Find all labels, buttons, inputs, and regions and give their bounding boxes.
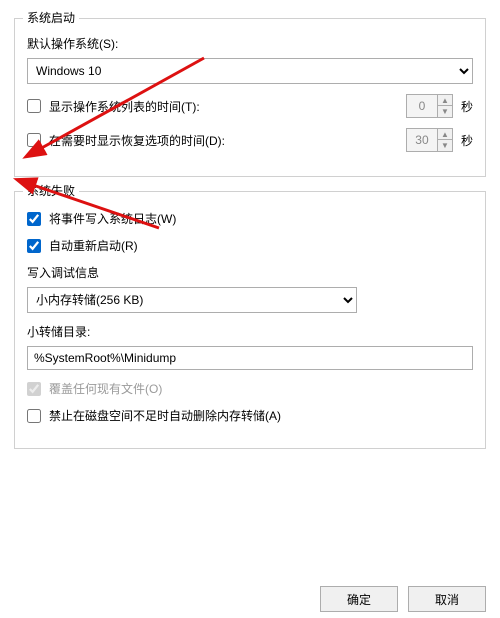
- dump-dir-label: 小转储目录:: [27, 323, 473, 340]
- default-os-select[interactable]: Windows 10: [27, 58, 473, 84]
- os-list-timeout-spinner[interactable]: ▲ ▼: [406, 94, 453, 118]
- no-delete-dump-label: 禁止在磁盘空间不足时自动删除内存转储(A): [49, 407, 281, 424]
- overwrite-checkbox: [27, 382, 41, 396]
- os-list-timeout-label: 显示操作系统列表的时间(T):: [49, 98, 200, 115]
- system-startup-group: 系统启动 默认操作系统(S): Windows 10 显示操作系统列表的时间(T…: [14, 18, 486, 177]
- system-failure-group: 系统失败 将事件写入系统日志(W) 自动重新启动(R) 写入调试信息 小内存转储…: [14, 191, 486, 449]
- write-event-log-label: 将事件写入系统日志(W): [49, 210, 176, 227]
- auto-restart-checkbox[interactable]: [27, 239, 41, 253]
- dialog-footer: 确定 取消: [320, 586, 486, 612]
- os-list-timeout-value[interactable]: [407, 95, 437, 117]
- spin-down-icon[interactable]: ▼: [438, 106, 452, 117]
- spin-up-icon[interactable]: ▲: [438, 129, 452, 140]
- overwrite-label: 覆盖任何现有文件(O): [49, 380, 162, 397]
- recovery-timeout-value[interactable]: [407, 129, 437, 151]
- default-os-label: 默认操作系统(S):: [27, 35, 118, 52]
- no-delete-dump-checkbox[interactable]: [27, 409, 41, 423]
- spin-up-icon[interactable]: ▲: [438, 95, 452, 106]
- spin-down-icon[interactable]: ▼: [438, 140, 452, 151]
- auto-restart-label: 自动重新启动(R): [49, 237, 138, 254]
- recovery-timeout-label: 在需要时显示恢复选项的时间(D):: [49, 132, 225, 149]
- ok-button[interactable]: 确定: [320, 586, 398, 612]
- system-failure-title: 系统失败: [23, 182, 79, 199]
- dump-dir-input[interactable]: [27, 346, 473, 370]
- seconds-unit: 秒: [461, 98, 473, 115]
- dump-type-select[interactable]: 小内存转储(256 KB): [27, 287, 357, 313]
- system-startup-title: 系统启动: [23, 9, 79, 26]
- recovery-timeout-spinner[interactable]: ▲ ▼: [406, 128, 453, 152]
- debug-info-header: 写入调试信息: [27, 264, 473, 281]
- os-list-timeout-checkbox[interactable]: [27, 99, 41, 113]
- seconds-unit: 秒: [461, 132, 473, 149]
- cancel-button[interactable]: 取消: [408, 586, 486, 612]
- recovery-timeout-checkbox[interactable]: [27, 133, 41, 147]
- write-event-log-checkbox[interactable]: [27, 212, 41, 226]
